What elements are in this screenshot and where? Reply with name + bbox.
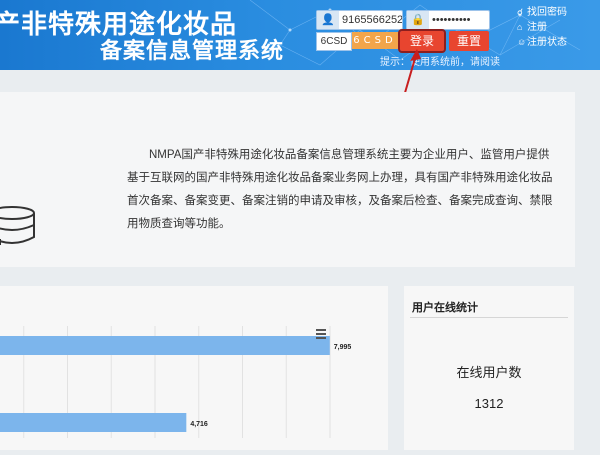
system-title-line2: 备案信息管理系统 bbox=[100, 39, 285, 64]
header-banner: 产非特殊用途化妆品 备案信息管理系统 👤 🔒 6CSD 6CSD 登录 重置 提… bbox=[0, 0, 600, 70]
chart-card: 7,995 4,716 bbox=[0, 286, 388, 450]
home-icon: ⌂ bbox=[517, 22, 523, 32]
chart-bar[interactable] bbox=[0, 336, 330, 355]
chart-menu-icon[interactable] bbox=[316, 329, 326, 341]
key-icon: ☌ bbox=[517, 7, 524, 17]
reset-button[interactable]: 重置 bbox=[449, 31, 489, 51]
system-intro-card: NMPA国产非特殊用途化妆品备案信息管理系统主要为企业用户、监管用户提供基于互联… bbox=[0, 92, 575, 267]
online-stats-card: 用户在线统计 在线用户数 1312 bbox=[404, 286, 574, 450]
password-input[interactable] bbox=[432, 12, 484, 28]
divider bbox=[410, 317, 568, 318]
bar-chart: 7,995 4,716 bbox=[0, 326, 352, 438]
online-users-label: 在线用户数 bbox=[456, 365, 522, 380]
link-register[interactable]: ⌂ 注册 bbox=[517, 20, 567, 35]
link-recover-password[interactable]: ☌ 找回密码 bbox=[517, 5, 567, 20]
chart-bar[interactable] bbox=[0, 413, 187, 432]
link-register-status[interactable]: ☺注册状态 bbox=[517, 35, 567, 50]
online-stats-heading: 用户在线统计 bbox=[412, 302, 478, 314]
password-field[interactable]: 🔒 bbox=[406, 10, 490, 30]
username-input[interactable] bbox=[342, 12, 402, 28]
intro-text: NMPA国产非特殊用途化妆品备案信息管理系统主要为企业用户、监管用户提供基于互联… bbox=[127, 149, 553, 230]
bar-data-label: 4,716 bbox=[190, 421, 208, 428]
person-icon: ☺ bbox=[517, 37, 527, 47]
username-field[interactable]: 👤 bbox=[316, 10, 403, 30]
account-links: ☌ 找回密码 ⌂ 注册 ☺注册状态 bbox=[517, 5, 567, 50]
bar-data-label: 7,995 bbox=[334, 344, 352, 351]
cloud-server-icon bbox=[0, 206, 35, 245]
captcha-input[interactable]: 6CSD bbox=[316, 32, 352, 51]
online-users-count: 1312 bbox=[474, 396, 504, 411]
user-icon: 👤 bbox=[317, 11, 339, 29]
lock-icon: 🔒 bbox=[407, 11, 429, 29]
